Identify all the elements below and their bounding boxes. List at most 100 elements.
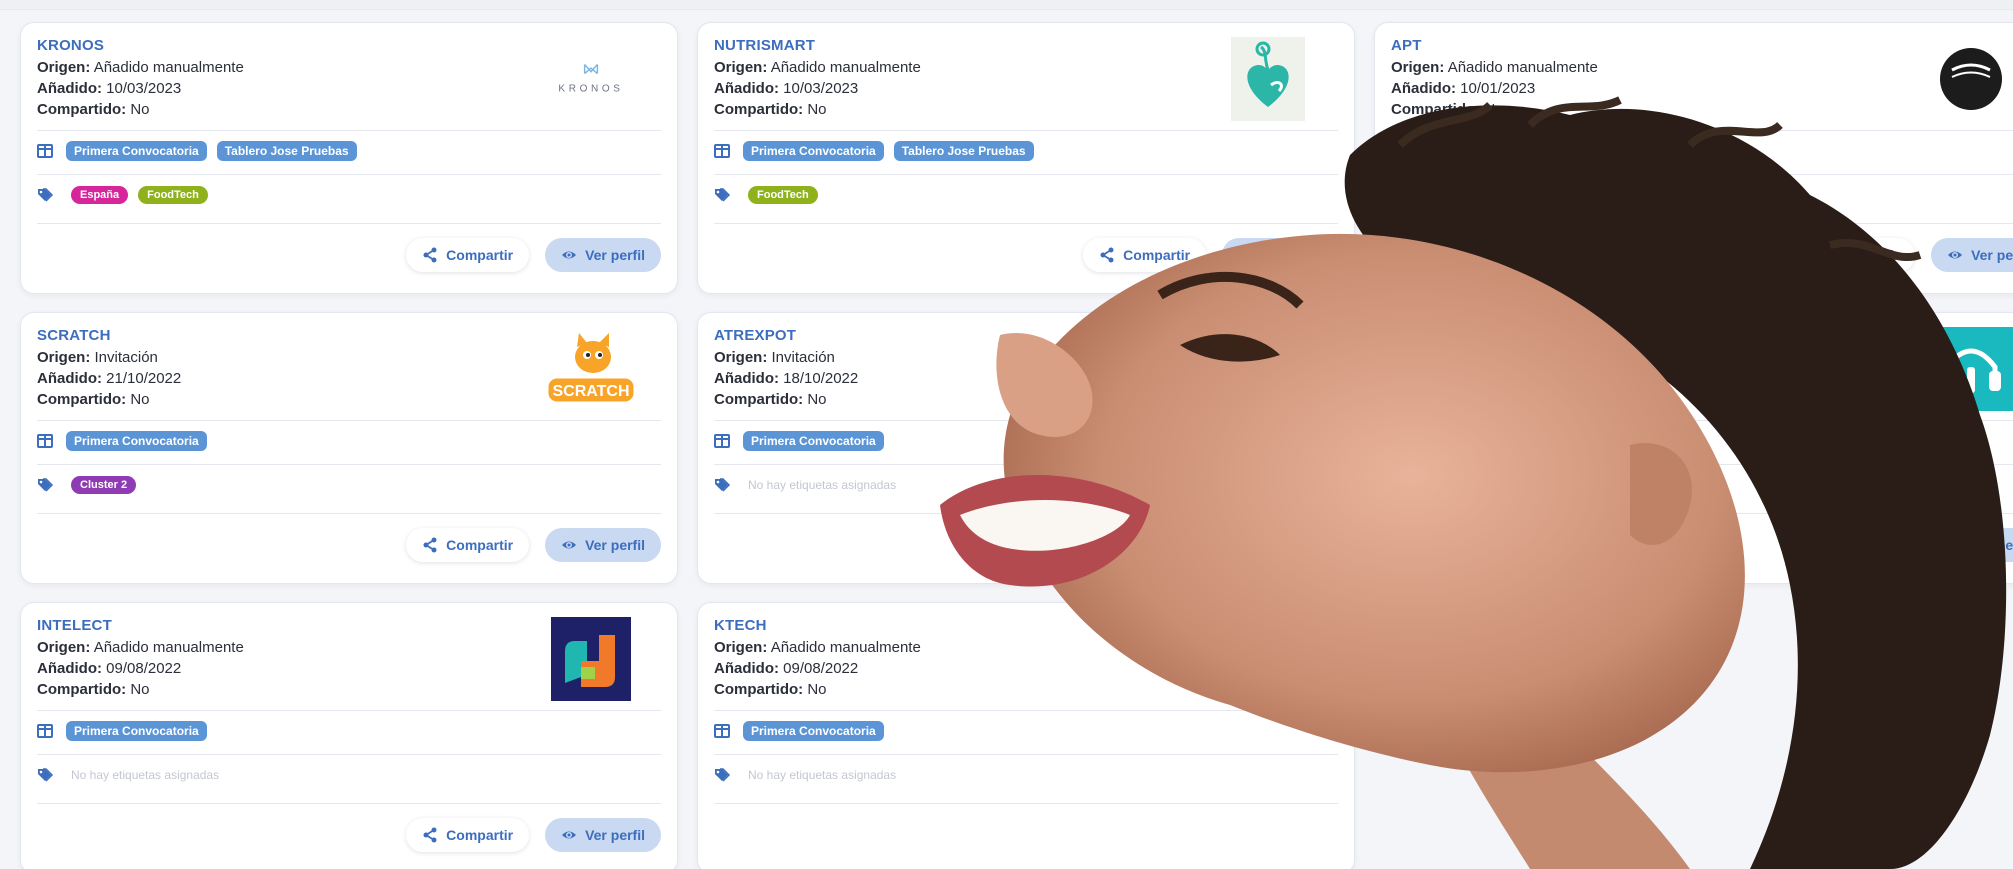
svg-text:SCRATCH: SCRATCH xyxy=(552,383,629,400)
card-actions: Ver perfil xyxy=(1931,528,2013,562)
board-chip[interactable]: Primera Convocatoria xyxy=(1420,141,1561,161)
shared-value: No xyxy=(1484,101,1504,118)
added-value: 10/03/2023 xyxy=(783,80,859,97)
board-chip[interactable]: Primera Convocatoria xyxy=(743,431,884,451)
shared-value: No xyxy=(130,681,150,698)
origin-value: Añadido manualmente xyxy=(93,639,244,656)
tag-pill: Cluster 2 xyxy=(71,476,137,494)
boards-row: Primera Convocatoria xyxy=(714,719,1338,743)
shared-value: No xyxy=(130,101,150,118)
origin-line: Origen: Añadido manualmente xyxy=(37,59,244,76)
tag-pill: España xyxy=(71,186,129,204)
added-line: Añadido: 09/08/2022 xyxy=(714,660,859,677)
tags-row: España FoodTech xyxy=(37,183,661,207)
origin-value: Añadido manualmente xyxy=(93,59,244,76)
added-value: 18/10/2022 xyxy=(783,370,859,387)
board-chip[interactable]: Tablero Jose Pruebas xyxy=(216,141,357,161)
intelect-logo xyxy=(541,617,641,701)
view-profile-button[interactable]: Ver perfil xyxy=(545,818,661,852)
shared-line: Compartido: No xyxy=(37,681,150,698)
share-icon xyxy=(423,827,437,843)
page: KRONOS Origen: Añadido manualmente Añadi… xyxy=(0,0,2013,869)
shared-line: Compartido: No xyxy=(714,391,827,408)
headphones-logo xyxy=(1911,327,2013,411)
startup-name[interactable]: NUTRISMART xyxy=(714,37,815,54)
board-chip[interactable]: Primera Convocatoria xyxy=(743,141,884,161)
board-chip[interactable]: Primera Convocatoria xyxy=(66,141,207,161)
share-button[interactable]: Compartir xyxy=(406,818,530,852)
startup-name[interactable]: APT xyxy=(1391,37,1422,54)
startup-card: INTELECT Origen: Añadido manualmente Aña… xyxy=(20,602,678,869)
startup-card: NUTRISMART Origen: Añadido manualmente A… xyxy=(697,22,1355,294)
tags-row: No hay etiquetas asignadas xyxy=(714,473,1338,497)
share-button[interactable]: Compartir xyxy=(406,238,530,272)
added-line: Añadido: 21/10/2022 xyxy=(37,370,182,387)
origin-value: Invitación xyxy=(771,349,835,366)
startup-card: KRONOS Origen: Añadido manualmente Añadi… xyxy=(20,22,678,294)
board-icon xyxy=(1391,144,1407,158)
startup-card: ATREXPOT Origen: Invitación Añadido: 18/… xyxy=(697,312,1355,584)
startup-card: KTECH Origen: Añadido manualmente Añadid… xyxy=(697,602,1355,869)
origin-line: Origen: Añadido manualmente xyxy=(714,59,921,76)
scratch-logo: SCRATCH xyxy=(541,327,641,411)
tags-icon xyxy=(37,188,57,202)
share-button[interactable]: Compartir xyxy=(1083,238,1207,272)
tags-row: No hay etiquetas asignadas xyxy=(714,763,1338,787)
board-chip[interactable]: Primera Convocatoria xyxy=(66,721,207,741)
added-line: Añadido: 18/10/2022 xyxy=(714,370,859,387)
eye-icon xyxy=(1948,541,1963,549)
card-actions: Compartir Ver perfil xyxy=(406,818,661,852)
boards-row: Primera Convocatoria Tablero Jose Prueba… xyxy=(1391,139,2013,163)
origin-line: Origen: Añadido manualmente xyxy=(1391,59,1598,76)
added-value: 10/01/2023 xyxy=(1460,80,1536,97)
shared-value: No xyxy=(807,681,827,698)
boards-row: Primera Convocatoria Tablero Jose Prueba… xyxy=(37,139,661,163)
startup-card: SCRATCH Origen: Invitación Añadido: 21/1… xyxy=(20,312,678,584)
boards-row: Primera Convocatoria Tablero Jose Prueba… xyxy=(714,139,1338,163)
added-line: Añadido: 10/03/2023 xyxy=(714,80,859,97)
no-tags-text: No hay etiquetas asignadas xyxy=(71,768,220,782)
board-chip[interactable]: Tablero Jose Pruebas xyxy=(893,141,1034,161)
tags-icon xyxy=(37,478,57,492)
board-chip[interactable]: Primera Convocatoria xyxy=(743,721,884,741)
apt-logo xyxy=(1911,37,2013,121)
no-tags-text: No hay etiquetas asignadas xyxy=(748,478,897,492)
origin-line: Origen: Añadido manualmente xyxy=(714,639,921,656)
added-value: 09/08/2022 xyxy=(106,660,182,677)
kronos-logo: KRONOS xyxy=(541,37,641,121)
startup-name[interactable]: INTELECT xyxy=(37,617,112,634)
board-icon xyxy=(714,724,730,738)
card-actions: Compartir Ver perfil xyxy=(406,528,661,562)
startup-card: APT Origen: Añadido manualmente Añadido:… xyxy=(1374,22,2013,294)
view-profile-button[interactable]: Ver perfil xyxy=(545,238,661,272)
shared-line: Compartido: No xyxy=(37,391,150,408)
tags-row: Cluster 2 xyxy=(37,473,661,497)
startup-name[interactable]: KRONOS xyxy=(37,37,104,54)
added-value: 09/08/2022 xyxy=(783,660,859,677)
startup-name[interactable]: ATREXPOT xyxy=(714,327,796,344)
share-button[interactable]: Compartir xyxy=(1792,238,1916,272)
view-profile-button[interactable]: Ver perfil xyxy=(545,528,661,562)
shared-value: No xyxy=(807,391,827,408)
share-icon xyxy=(1100,247,1114,263)
startup-name[interactable]: SCRATCH xyxy=(37,327,111,344)
added-value: 10/03/2023 xyxy=(106,80,182,97)
share-icon xyxy=(1809,247,1823,263)
eye-icon xyxy=(562,251,577,259)
added-line: Añadido: 10/03/2023 xyxy=(37,80,182,97)
share-button[interactable]: Compartir xyxy=(406,528,530,562)
origin-line: Origen: Invitación xyxy=(37,349,158,366)
view-profile-button[interactable]: Ver perfil xyxy=(1931,238,2013,272)
view-profile-button[interactable]: Ver perfil xyxy=(1931,528,2013,562)
origin-line: Origen: Añadido manualmente xyxy=(37,639,244,656)
startup-name[interactable]: KTECH xyxy=(714,617,767,634)
view-profile-button[interactable]: Ver perfil xyxy=(1222,238,1338,272)
board-chip[interactable]: Primera Convocatoria xyxy=(66,431,207,451)
share-icon xyxy=(423,537,437,553)
shared-value: No xyxy=(130,391,150,408)
tags-icon xyxy=(714,768,734,782)
shared-line: Compartido: No xyxy=(37,101,150,118)
eye-icon xyxy=(1239,251,1254,259)
board-chip[interactable]: Tablero Jose Pruebas xyxy=(1570,141,1711,161)
card-actions: Compartir Ver perfil xyxy=(1083,238,1338,272)
